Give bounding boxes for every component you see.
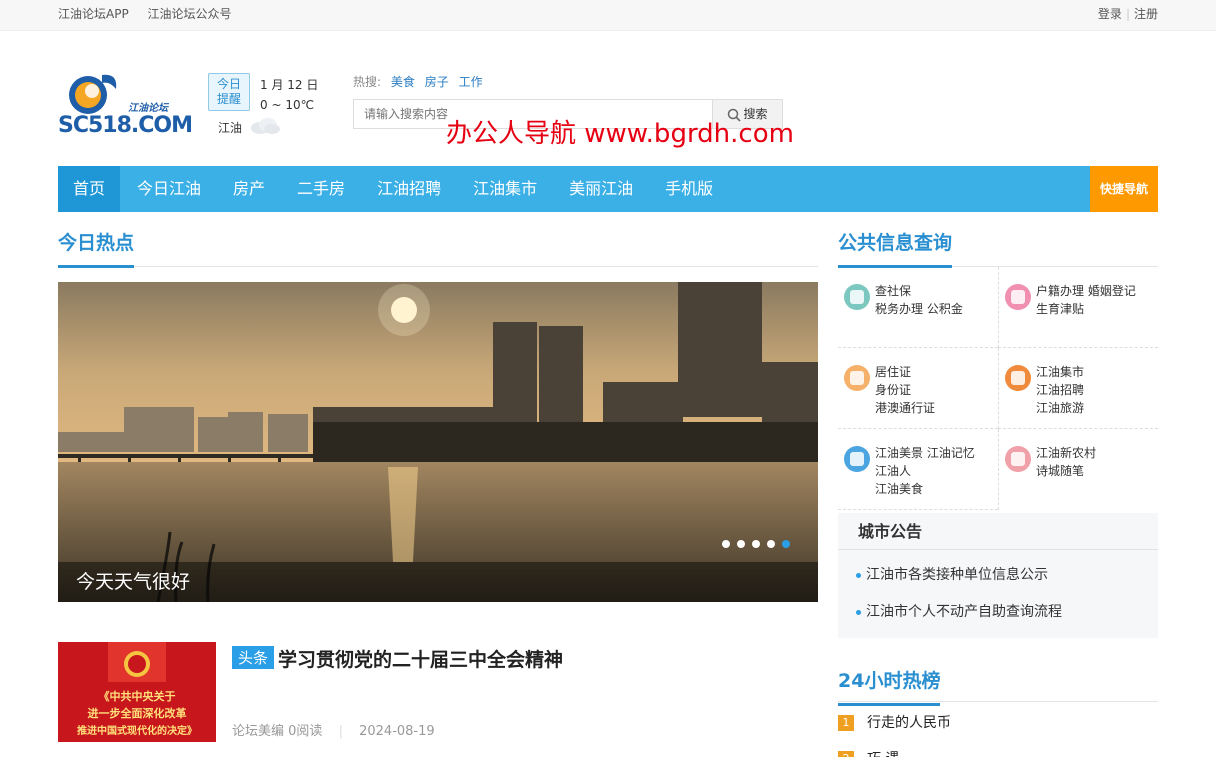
headline-title[interactable]: 学习贯彻党的二十届三中全会精神 <box>278 645 563 672</box>
public-info-header: 公共信息查询 <box>838 212 1158 268</box>
headline-date: 2024-08-19 <box>359 724 435 739</box>
info-cell-village[interactable]: 江油新农村 诗城随笔 <box>998 429 1158 510</box>
notice-item[interactable]: 江油市个人不动产自助查询流程 <box>838 587 1158 624</box>
date-text: 1 月 12 日 <box>260 78 319 92</box>
hot-rank-title: 24小时热榜 <box>838 666 941 706</box>
cloud-icon <box>251 118 280 134</box>
hot-search: 热搜: 美食 房子 工作 <box>353 73 483 90</box>
public-info-grid: 查社保 税务办理 公积金 户籍办理 婚姻登记 生育津贴 居住证 身份证 港澳通行证 江油… <box>838 267 1158 510</box>
hot-rank-header: 24小时热榜 <box>838 658 1158 706</box>
quick-nav-button[interactable]: 快捷导航 <box>1090 166 1158 212</box>
public-info-title: 公共信息查询 <box>838 228 953 268</box>
headline-thumbnail[interactable]: 《中共中央关于 进一步全面深化改革 推进中国式现代化的决定》 <box>58 642 216 742</box>
city-name: 江油 <box>218 121 243 135</box>
logo-subtitle: 江油论坛 <box>128 103 168 114</box>
nav-home[interactable]: 首页 <box>58 166 121 212</box>
watermark-text: 办公人导航 www.bgrdh.com <box>446 119 794 149</box>
rank-item[interactable]: 2 巧 遇 <box>838 744 1158 757</box>
person-icon <box>1005 446 1031 472</box>
temperature: 0 ~ 10℃ <box>260 98 315 112</box>
nav-second-hand[interactable]: 二手房 <box>282 166 360 212</box>
nav-market[interactable]: 江油集市 <box>458 166 552 212</box>
rank-text[interactable]: 行走的人民币 <box>867 715 951 731</box>
today-reminder[interactable]: 今日 提醒 <box>208 73 250 111</box>
slide-caption[interactable]: 今天天气很好 <box>58 562 818 602</box>
rank-number: 2 <box>838 751 854 757</box>
headline-tag: 头条 <box>232 646 275 669</box>
headline-item[interactable]: 《中共中央关于 进一步全面深化改革 推进中国式现代化的决定》 头条 学习贯彻党的… <box>58 642 818 742</box>
left-column: 今日热点 今天天气很好 《中共中央关于 进一步全面深化改革 推进中国式现代化的决… <box>58 212 818 742</box>
broadcast-icon <box>1005 365 1031 391</box>
info-cell-social-security[interactable]: 查社保 税务办理 公积金 <box>838 267 998 348</box>
logo-swirl-icon <box>69 74 117 114</box>
nav-mobile[interactable]: 手机版 <box>650 166 728 212</box>
nav-property[interactable]: 房产 <box>218 166 280 212</box>
slider-dot[interactable] <box>722 540 730 548</box>
rank-number: 1 <box>838 715 854 731</box>
thumb-line-3: 推进中国式现代化的决定》 <box>77 726 197 737</box>
app-link[interactable]: 江油论坛APP <box>58 7 129 21</box>
image-slider[interactable]: 今天天气很好 <box>58 282 818 602</box>
info-cell-residence[interactable]: 居住证 身份证 港澳通行证 <box>838 348 998 429</box>
hot-word-house[interactable]: 房子 <box>425 75 449 89</box>
id-card-icon <box>844 365 870 391</box>
hot-word-job[interactable]: 工作 <box>459 75 483 89</box>
hot-label: 热搜: <box>353 75 382 89</box>
main-nav: 首页 今日江油 房产 二手房 江油招聘 江油集市 美丽江油 手机版 快捷导航 <box>58 166 1158 212</box>
register-link[interactable]: 注册 <box>1134 7 1158 21</box>
nav-beautiful[interactable]: 美丽江油 <box>554 166 648 212</box>
top-bar: 江油论坛APP 江油论坛公众号 登录 | 注册 <box>0 0 1216 31</box>
slide-photo <box>58 282 818 602</box>
rank-text[interactable]: 巧 遇 <box>867 751 899 757</box>
login-link[interactable]: 登录 <box>1098 7 1122 21</box>
nav-today-jiangyou[interactable]: 今日江油 <box>122 166 216 212</box>
nav-jobs[interactable]: 江油招聘 <box>362 166 456 212</box>
household-icon <box>1005 284 1031 310</box>
city-notice-title: 城市公告 <box>838 513 1158 550</box>
headline-author: 论坛美编 <box>232 724 285 739</box>
site-logo[interactable]: 江油论坛 SC518.COM <box>58 69 193 139</box>
notice-item[interactable]: 江油市各类接种单位信息公示 <box>838 550 1158 587</box>
header: 江油论坛 SC518.COM 今日 提醒 1 月 12 日 0 ~ 10℃ 江油… <box>58 31 1158 166</box>
slider-dot[interactable] <box>737 540 745 548</box>
headline-reads: 0阅读 <box>288 724 323 739</box>
headline-meta: 论坛美编 0阅读 | 2024-08-19 <box>232 724 435 739</box>
info-cell-household[interactable]: 户籍办理 婚姻登记 生育津贴 <box>998 267 1158 348</box>
info-cell-market[interactable]: 江油集市 江油招聘 江油旅游 <box>998 348 1158 429</box>
slider-dot[interactable] <box>767 540 775 548</box>
slider-dots <box>715 537 790 552</box>
bus-icon <box>844 446 870 472</box>
hot-rank: 24小时热榜 1 行走的人民币 2 巧 遇 <box>838 658 1158 757</box>
rank-item[interactable]: 1 行走的人民币 <box>838 708 1158 738</box>
city-notice: 城市公告 江油市各类接种单位信息公示 江油市个人不动产自助查询流程 <box>838 513 1158 638</box>
slider-dot-active[interactable] <box>782 540 790 548</box>
date-weather: 1 月 12 日 0 ~ 10℃ <box>260 75 318 115</box>
thumb-line-1: 《中共中央关于 <box>98 690 176 703</box>
thumb-line-2: 进一步全面深化改革 <box>87 707 187 720</box>
social-security-icon <box>844 284 870 310</box>
hot-word-food[interactable]: 美食 <box>391 75 415 89</box>
info-cell-scenery[interactable]: 江油美景 江油记忆 江油人 江油美食 <box>838 429 998 510</box>
wechat-link[interactable]: 江油论坛公众号 <box>148 7 232 21</box>
hot-today-title: 今日热点 <box>58 228 135 268</box>
right-column: 公共信息查询 查社保 税务办理 公积金 户籍办理 婚姻登记 生育津贴 居住证 身份证港… <box>838 212 1158 757</box>
logo-brand: SC518.COM <box>58 113 193 138</box>
hot-today-header: 今日热点 <box>58 212 818 268</box>
slider-dot[interactable] <box>752 540 760 548</box>
